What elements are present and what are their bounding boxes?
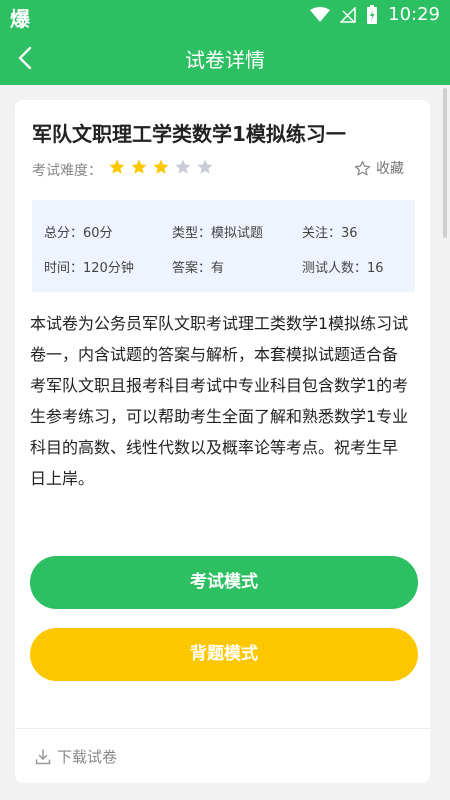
download-icon	[35, 748, 51, 764]
divider	[15, 728, 430, 729]
exam-info-panel: 总分：60分 类型：模拟试题 关注：36 时间：120分钟 答案：有 测试人数：…	[32, 200, 415, 292]
test-takers-count: 测试人数：16	[302, 261, 384, 276]
difficulty-label: 考试难度：	[32, 163, 102, 179]
download-label: 下载试卷	[57, 748, 118, 766]
answers-available: 答案：有	[172, 261, 225, 276]
clock: 10:29	[388, 4, 440, 25]
difficulty-row: 考试难度： 收藏	[32, 158, 404, 180]
exam-duration: 时间：120分钟	[44, 261, 134, 276]
favorite-button[interactable]: 收藏	[354, 158, 404, 178]
description-line: 日上岸。	[30, 469, 95, 488]
exam-mode-button[interactable]: 考试模式	[30, 556, 418, 609]
star-empty-icon	[197, 159, 213, 174]
wifi-icon	[310, 6, 331, 22]
page-title: 试卷详情	[185, 48, 265, 72]
description-line: 生参考练习，可以帮助考生全面了解和熟悉数学1专业	[30, 407, 409, 426]
exam-detail-card: 军队文职理工学类数学1模拟练习一 考试难度： 收藏 总分：60分 类型：模拟试题…	[15, 100, 430, 783]
status-bar: 爆 10:29	[0, 0, 450, 31]
total-score: 总分：60分	[44, 226, 113, 241]
app-bar: 试卷详情	[0, 30, 450, 85]
star-outline-icon	[354, 160, 371, 176]
review-mode-button[interactable]: 背题模式	[30, 628, 418, 681]
description-line: 卷一，内含试题的答案与解析，本套模拟试题适合备	[30, 345, 399, 364]
difficulty-stars	[108, 158, 214, 176]
exam-description: 本试卷为公务员军队文职考试理工类数学1模拟练习试 卷一，内含试题的答案与解析，本…	[30, 308, 418, 494]
favorite-label: 收藏	[376, 161, 404, 177]
battery-icon	[367, 4, 378, 24]
star-empty-icon	[175, 159, 191, 174]
description-line: 本试卷为公务员军队文职考试理工类数学1模拟练习试	[30, 314, 409, 333]
followers-count: 关注：36	[302, 226, 358, 241]
app-notification-icon: 爆	[10, 7, 30, 31]
description-line: 考军队文职且报考科目考试中专业科目包含数学1的考	[30, 376, 409, 395]
star-filled-icon	[109, 159, 125, 174]
scrollbar[interactable]	[443, 88, 447, 238]
download-paper-button[interactable]: 下载试卷	[35, 746, 117, 767]
signal-icon	[340, 6, 356, 23]
star-filled-icon	[153, 159, 169, 174]
exam-title: 军队文职理工学类数学1模拟练习一	[32, 122, 346, 146]
exam-type: 类型：模拟试题	[172, 226, 264, 241]
star-filled-icon	[131, 159, 147, 174]
description-line: 科目的高数、线性代数以及概率论等考点。祝考生早	[30, 438, 399, 457]
